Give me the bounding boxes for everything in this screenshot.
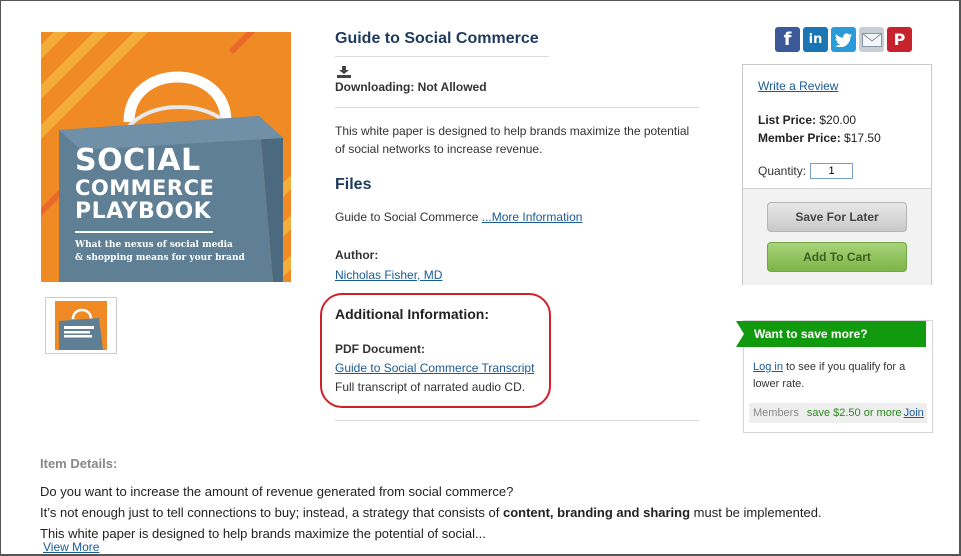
more-information-link[interactable]: ...More Information	[482, 210, 583, 224]
files-heading: Files	[335, 176, 372, 193]
twitter-icon[interactable]	[831, 27, 856, 52]
cover-title-line: SOCIAL	[75, 143, 201, 178]
save-more-banner: Want to save more?	[736, 321, 926, 347]
add-to-cart-button[interactable]: Add To Cart	[767, 242, 907, 272]
download-icon	[337, 66, 351, 78]
divider	[335, 107, 699, 108]
cover-rule	[75, 231, 213, 233]
details-line: This white paper is designed to help bra…	[40, 526, 486, 541]
purchase-actions: Save For Later Add To Cart	[743, 188, 931, 285]
item-details-text: Do you want to increase the amount of re…	[40, 481, 822, 544]
quantity-label: Quantity:	[758, 164, 807, 178]
cover-subtitle: & shopping means for your brand	[75, 252, 245, 263]
save-more-text: Log in to see if you qualify for a lower…	[753, 359, 925, 393]
pinterest-icon[interactable]: P	[887, 27, 912, 52]
cover-title-line: COMMERCE	[75, 176, 215, 200]
cover-text: SOCIAL COMMERCE PLAYBOOK What the nexus …	[75, 146, 265, 264]
files-item: Guide to Social Commerce ...More Informa…	[335, 210, 582, 224]
item-details-heading: Item Details:	[40, 456, 118, 471]
quantity-row: Quantity:	[758, 163, 854, 179]
file-name: Guide to Social Commerce	[335, 210, 479, 224]
list-price-value: $20.00	[819, 113, 857, 127]
cover-thumbnail[interactable]	[45, 297, 117, 354]
social-share-bar: f in P	[775, 27, 912, 52]
product-info: Guide to Social Commerce Downloading: No…	[335, 30, 699, 421]
member-price-label: Member Price:	[758, 131, 841, 145]
list-price: List Price: $20.00	[758, 113, 856, 127]
save-for-later-button[interactable]: Save For Later	[767, 202, 907, 232]
member-price-value: $17.50	[844, 131, 881, 145]
details-line: It’s not enough just to tell connections…	[40, 502, 822, 523]
cover-subtitle: What the nexus of social media	[75, 240, 233, 250]
author-link[interactable]: Nicholas Fisher, MD	[335, 268, 442, 282]
join-link[interactable]: Join	[904, 407, 924, 419]
members-savings: save $2.50 or more	[806, 407, 902, 419]
login-link[interactable]: Log in	[753, 361, 783, 373]
facebook-icon[interactable]: f	[775, 27, 800, 52]
write-review-link[interactable]: Write a Review	[758, 79, 838, 93]
linkedin-icon[interactable]: in	[803, 27, 828, 52]
details-text: It’s not enough just to tell connections…	[40, 505, 503, 520]
details-text: must be implemented.	[690, 505, 822, 520]
member-price: Member Price: $17.50	[758, 131, 881, 145]
product-description: This white paper is designed to help bra…	[335, 124, 690, 156]
product-cover-image[interactable]: SOCIAL COMMERCE PLAYBOOK What the nexus …	[41, 32, 291, 282]
view-more-link[interactable]: View More	[43, 540, 99, 554]
downloading-status: Downloading: Not Allowed	[335, 80, 487, 94]
product-title: Guide to Social Commerce	[335, 30, 549, 57]
divider	[335, 420, 699, 421]
members-label: Members	[753, 407, 799, 419]
email-icon[interactable]	[859, 27, 884, 52]
quantity-input[interactable]	[810, 163, 854, 179]
highlight-annotation	[320, 293, 551, 408]
members-bar: Members save $2.50 or more Join	[749, 403, 927, 423]
cover-title-line: PLAYBOOK	[75, 199, 212, 224]
purchase-box: Write a Review List Price: $20.00 Member…	[742, 64, 932, 285]
details-line: Do you want to increase the amount of re…	[40, 484, 514, 499]
details-emphasis: content, branding and sharing	[502, 505, 691, 520]
author-heading: Author:	[335, 248, 379, 262]
save-more-box: Want to save more? Log in to see if you …	[736, 320, 933, 433]
list-price-label: List Price:	[758, 113, 817, 127]
banner-notch	[736, 321, 744, 347]
